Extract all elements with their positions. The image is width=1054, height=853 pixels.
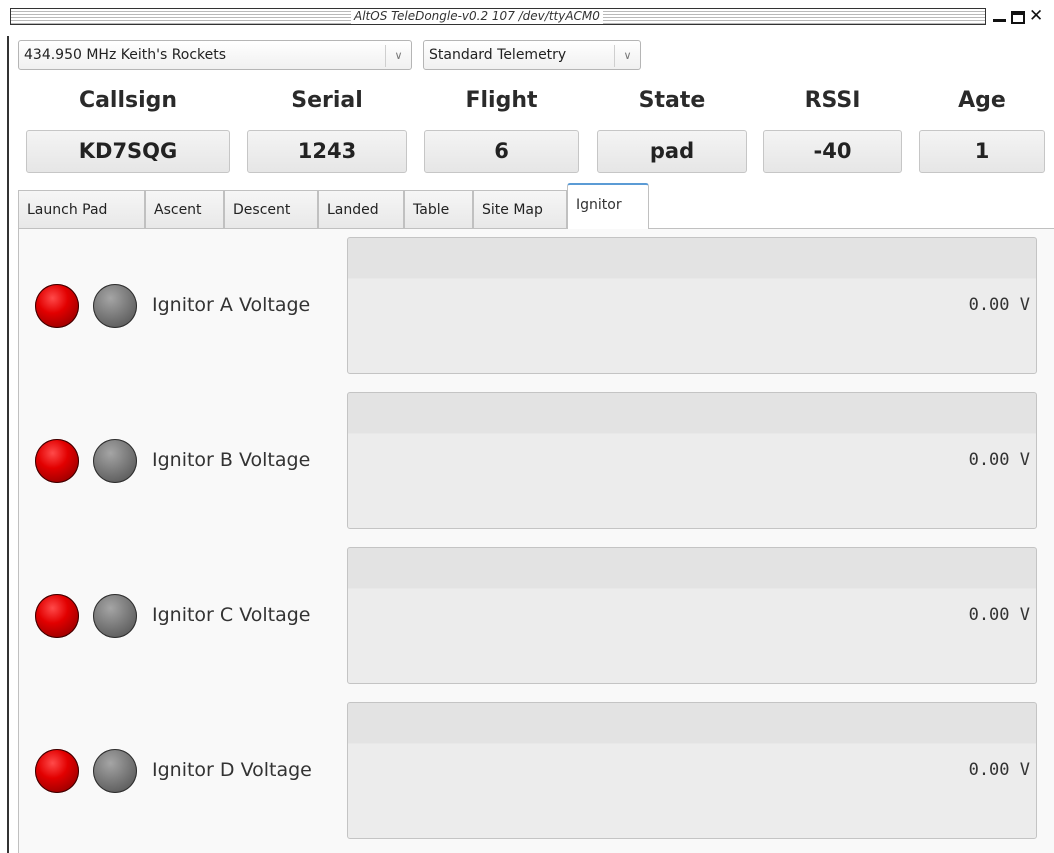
callsign-label: Callsign <box>78 88 178 113</box>
ignitor-row-d: Ignitor D Voltage 0.00 V <box>19 694 1054 849</box>
state-value: pad <box>597 130 747 173</box>
rssi-label: RSSI <box>804 88 861 113</box>
maximize-icon[interactable] <box>1011 10 1025 24</box>
window-border <box>7 36 9 853</box>
ignitor-d-fire-led <box>93 749 137 793</box>
ignitor-d-status-led <box>35 749 79 793</box>
age-value: 1 <box>919 130 1045 173</box>
ignitor-d-voltage-field: 0.00 V <box>347 702 1037 839</box>
flight-value: 6 <box>424 130 579 173</box>
ignitor-b-voltage-value: 0.00 V <box>968 450 1030 470</box>
ignitor-c-voltage-value: 0.00 V <box>968 605 1030 625</box>
ignitor-a-status-led <box>35 284 79 328</box>
serial-value: 1243 <box>247 130 407 173</box>
window-titlebar[interactable]: AltOS TeleDongle-v0.2 107 /dev/ttyACM0 ✕ <box>0 0 1054 36</box>
ignitor-panel: Ignitor A Voltage 0.00 V Ignitor B Volta… <box>18 228 1054 853</box>
flight-label: Flight <box>465 88 538 113</box>
tab-table[interactable]: Table <box>404 190 473 228</box>
ignitor-c-voltage-field: 0.00 V <box>347 547 1037 684</box>
ignitor-c-fire-led <box>93 594 137 638</box>
ignitor-row-b: Ignitor B Voltage 0.00 V <box>19 384 1054 539</box>
serial-label: Serial <box>291 88 363 113</box>
ignitor-a-fire-led <box>93 284 137 328</box>
window-title: AltOS TeleDongle-v0.2 107 /dev/ttyACM0 <box>351 9 603 24</box>
ignitor-c-label: Ignitor C Voltage <box>152 604 311 626</box>
chevron-down-icon[interactable]: ∨ <box>614 45 640 67</box>
telemetry-format-select-value: Standard Telemetry <box>429 47 567 63</box>
tab-ascent[interactable]: Ascent <box>145 190 224 228</box>
frequency-select[interactable]: 434.950 MHz Keith's Rockets ∨ <box>18 40 412 70</box>
ignitor-a-voltage-field: 0.00 V <box>347 237 1037 374</box>
titlebar-strip[interactable]: AltOS TeleDongle-v0.2 107 /dev/ttyACM0 <box>10 8 986 25</box>
ignitor-row-a: Ignitor A Voltage 0.00 V <box>19 229 1054 384</box>
ignitor-b-fire-led <box>93 439 137 483</box>
ignitor-row-c: Ignitor C Voltage 0.00 V <box>19 539 1054 694</box>
tab-descent[interactable]: Descent <box>224 190 318 228</box>
ignitor-b-voltage-field: 0.00 V <box>347 392 1037 529</box>
tab-launch-pad[interactable]: Launch Pad <box>18 190 145 228</box>
window-controls: ✕ <box>992 6 1043 28</box>
close-icon[interactable]: ✕ <box>1029 9 1043 25</box>
ignitor-b-label: Ignitor B Voltage <box>152 449 311 471</box>
minimize-icon[interactable] <box>992 11 1007 23</box>
ignitor-c-status-led <box>35 594 79 638</box>
rssi-value: -40 <box>763 130 902 173</box>
callsign-value: KD7SQG <box>26 130 230 173</box>
ignitor-a-label: Ignitor A Voltage <box>152 294 311 316</box>
ignitor-d-voltage-value: 0.00 V <box>968 760 1030 780</box>
frequency-select-value: 434.950 MHz Keith's Rockets <box>24 47 227 63</box>
tab-site-map[interactable]: Site Map <box>473 190 567 228</box>
ignitor-d-label: Ignitor D Voltage <box>152 759 312 781</box>
age-label: Age <box>958 88 1006 113</box>
ignitor-b-status-led <box>35 439 79 483</box>
tab-landed[interactable]: Landed <box>318 190 404 228</box>
state-label: State <box>638 88 706 113</box>
chevron-down-icon[interactable]: ∨ <box>385 45 411 67</box>
ignitor-a-voltage-value: 0.00 V <box>968 295 1030 315</box>
tab-ignitor[interactable]: Ignitor <box>567 183 649 229</box>
telemetry-format-select[interactable]: Standard Telemetry ∨ <box>423 40 641 70</box>
